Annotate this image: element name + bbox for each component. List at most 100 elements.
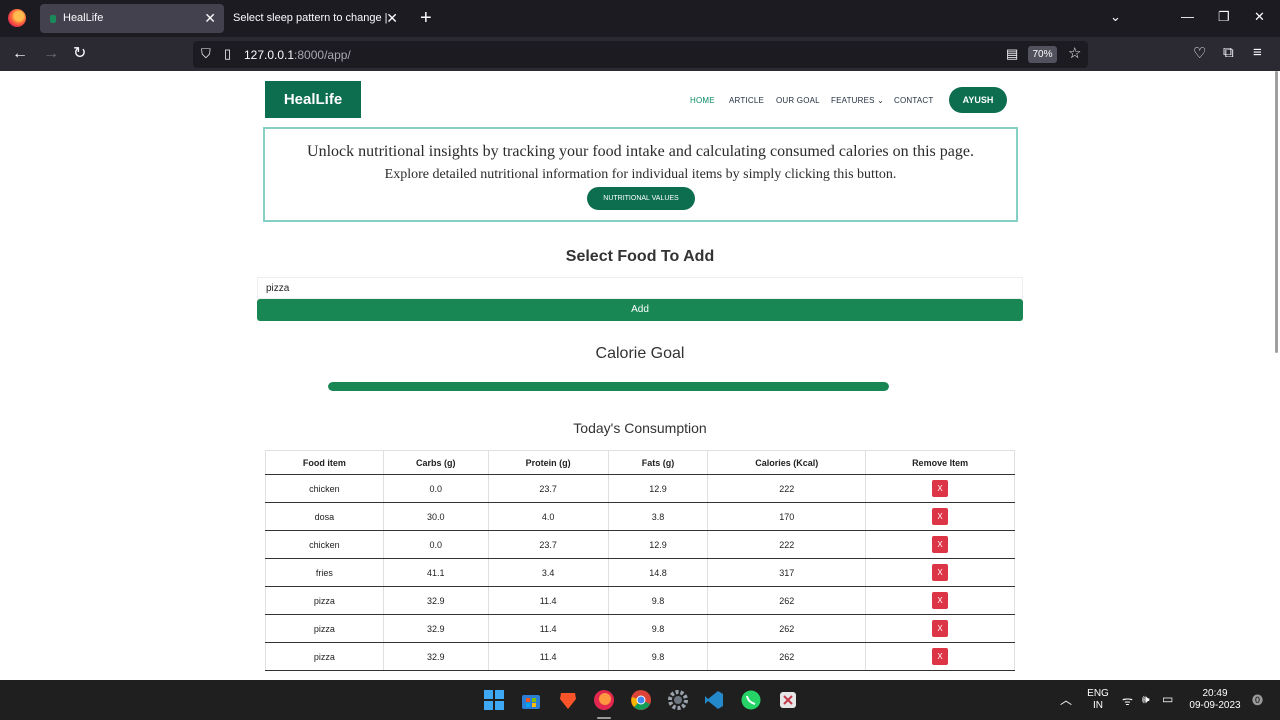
minimize-icon[interactable]: — <box>1181 9 1194 24</box>
protein-cell: 4.0 <box>488 502 609 531</box>
whatsapp-icon[interactable] <box>740 689 762 711</box>
chrome-icon[interactable] <box>630 689 652 711</box>
snipping-tool-icon[interactable] <box>777 689 799 711</box>
reader-view-icon[interactable]: ▤ <box>1006 46 1018 62</box>
wifi-icon[interactable]: ᯤ <box>1122 692 1133 709</box>
consumption-table: Food item Carbs (g) Protein (g) Fats (g)… <box>265 450 1015 671</box>
table-row: pizza 32.9 11.4 9.8 262 X <box>265 614 1015 643</box>
bookmark-star-icon[interactable]: ☆ <box>1068 44 1081 62</box>
fats-cell: 14.8 <box>608 558 709 587</box>
volume-icon[interactable]: 🕪 <box>1142 692 1150 707</box>
close-tab-icon[interactable]: ✕ <box>204 10 216 26</box>
forward-icon[interactable]: → <box>43 44 59 64</box>
brave-icon[interactable] <box>557 689 579 711</box>
firefox-icon[interactable] <box>8 9 26 27</box>
nav-article[interactable]: ARTICLE <box>729 96 764 105</box>
table-row: pizza 32.9 11.4 9.8 262 X <box>265 642 1015 671</box>
tab-title: HealLife <box>63 12 104 24</box>
language-indicator[interactable]: ENG IN <box>1084 688 1112 712</box>
page-scrollbar[interactable] <box>1275 71 1278 353</box>
firefox-taskbar-icon[interactable] <box>593 689 615 711</box>
col-header-calories: Calories (Kcal) <box>707 450 867 475</box>
calories-cell: 222 <box>707 474 867 503</box>
fats-cell: 12.9 <box>608 474 709 503</box>
remove-item-button[interactable]: X <box>932 536 949 553</box>
tab-heallife[interactable]: HealLife ✕ <box>40 4 224 33</box>
nav-contact[interactable]: CONTACT <box>894 96 933 105</box>
calories-cell: 170 <box>707 502 867 531</box>
remove-cell: X <box>865 502 1015 531</box>
fats-cell: 12.9 <box>608 530 709 559</box>
calories-cell: 317 <box>707 558 867 587</box>
remove-item-button[interactable]: X <box>932 508 949 525</box>
tray-chevron-up-icon[interactable]: ︿ <box>1060 691 1072 708</box>
store-icon[interactable] <box>520 689 542 711</box>
windows-taskbar: ︿ ENG IN ᯤ 🕪 ▭ 20:49 09-09-2023 ⓿ <box>0 680 1280 720</box>
col-header-fats: Fats (g) <box>608 450 709 475</box>
nav-our-goal[interactable]: OUR GOAL <box>776 96 820 105</box>
tab-list-chevron-icon[interactable]: ⌄ <box>1110 9 1121 25</box>
table-row: fries 41.1 3.4 14.8 317 X <box>265 558 1015 587</box>
nav-features[interactable]: FEATURES ⌄ <box>831 96 884 105</box>
windows-start-icon[interactable] <box>483 689 505 711</box>
extensions-icon[interactable]: ⧉ <box>1223 44 1234 61</box>
protein-cell: 23.7 <box>488 474 609 503</box>
remove-item-button[interactable]: X <box>932 620 949 637</box>
reload-icon[interactable]: ↻ <box>73 44 86 64</box>
fats-cell: 9.8 <box>608 642 709 671</box>
notification-icon[interactable]: ⓿ <box>1252 692 1263 708</box>
back-icon[interactable]: ← <box>12 44 28 64</box>
fats-cell: 9.8 <box>608 614 709 643</box>
menu-icon[interactable]: ≡ <box>1253 44 1262 61</box>
carbs-cell: 32.9 <box>383 614 489 643</box>
carbs-cell: 0.0 <box>383 530 489 559</box>
food-search-input[interactable] <box>257 277 1023 299</box>
info-text-2: Explore detailed nutritional information… <box>384 167 897 182</box>
remove-cell: X <box>865 614 1015 643</box>
url-bar[interactable]: ⛉ ▯ 127.0.0.1:8000/app/ ▤ 70% ☆ <box>193 41 1088 68</box>
page-icon[interactable]: ▯ <box>224 46 231 62</box>
tab-django-admin[interactable]: Select sleep pattern to change | Dja ✕ <box>226 4 406 33</box>
close-tab-icon[interactable]: ✕ <box>386 10 398 26</box>
brand-logo[interactable]: HealLife <box>265 81 361 118</box>
web-page: HealLife HOME ARTICLE OUR GOAL FEATURES … <box>0 71 1280 680</box>
nav-home[interactable]: HOME <box>690 96 715 105</box>
remove-cell: X <box>865 642 1015 671</box>
calories-cell: 262 <box>707 614 867 643</box>
zoom-level-badge[interactable]: 70% <box>1028 46 1057 63</box>
info-text-1: Unlock nutritional insights by tracking … <box>307 143 974 160</box>
food-item-cell: fries <box>265 558 384 587</box>
battery-icon[interactable]: ▭ <box>1162 692 1173 706</box>
nutritional-values-button[interactable]: NUTRITIONAL VALUES <box>587 187 695 210</box>
user-button[interactable]: AYUSH <box>949 87 1007 113</box>
settings-gear-icon[interactable] <box>667 689 689 711</box>
food-item-cell: pizza <box>265 642 384 671</box>
carbs-cell: 30.0 <box>383 502 489 531</box>
remove-item-button[interactable]: X <box>932 480 949 497</box>
remove-cell: X <box>865 558 1015 587</box>
col-header-protein: Protein (g) <box>488 450 609 475</box>
remove-item-button[interactable]: X <box>932 648 949 665</box>
add-food-button[interactable]: Add <box>257 299 1023 321</box>
url-text[interactable]: 127.0.0.1:8000/app/ <box>244 48 351 62</box>
shield-icon[interactable]: ⛉ <box>201 46 211 62</box>
table-row: chicken 0.0 23.7 12.9 222 X <box>265 474 1015 503</box>
protein-cell: 23.7 <box>488 530 609 559</box>
col-header-carbs: Carbs (g) <box>383 450 489 475</box>
remove-item-button[interactable]: X <box>932 564 949 581</box>
pocket-icon[interactable]: ♡ <box>1193 44 1206 62</box>
food-item-cell: pizza <box>265 586 384 615</box>
table-row: chicken 0.0 23.7 12.9 222 X <box>265 530 1015 559</box>
vscode-icon[interactable] <box>703 689 725 711</box>
restore-icon[interactable]: ❐ <box>1218 9 1230 25</box>
col-header-food: Food item <box>265 450 384 475</box>
calories-cell: 262 <box>707 642 867 671</box>
carbs-cell: 41.1 <box>383 558 489 587</box>
remove-item-button[interactable]: X <box>932 592 949 609</box>
tab-title: Select sleep pattern to change | Dja <box>233 12 388 24</box>
clock[interactable]: 20:49 09-09-2023 <box>1184 688 1246 712</box>
fats-cell: 3.8 <box>608 502 709 531</box>
protein-cell: 11.4 <box>488 642 609 671</box>
new-tab-icon[interactable]: + <box>420 7 432 29</box>
close-window-icon[interactable]: ✕ <box>1254 9 1265 25</box>
